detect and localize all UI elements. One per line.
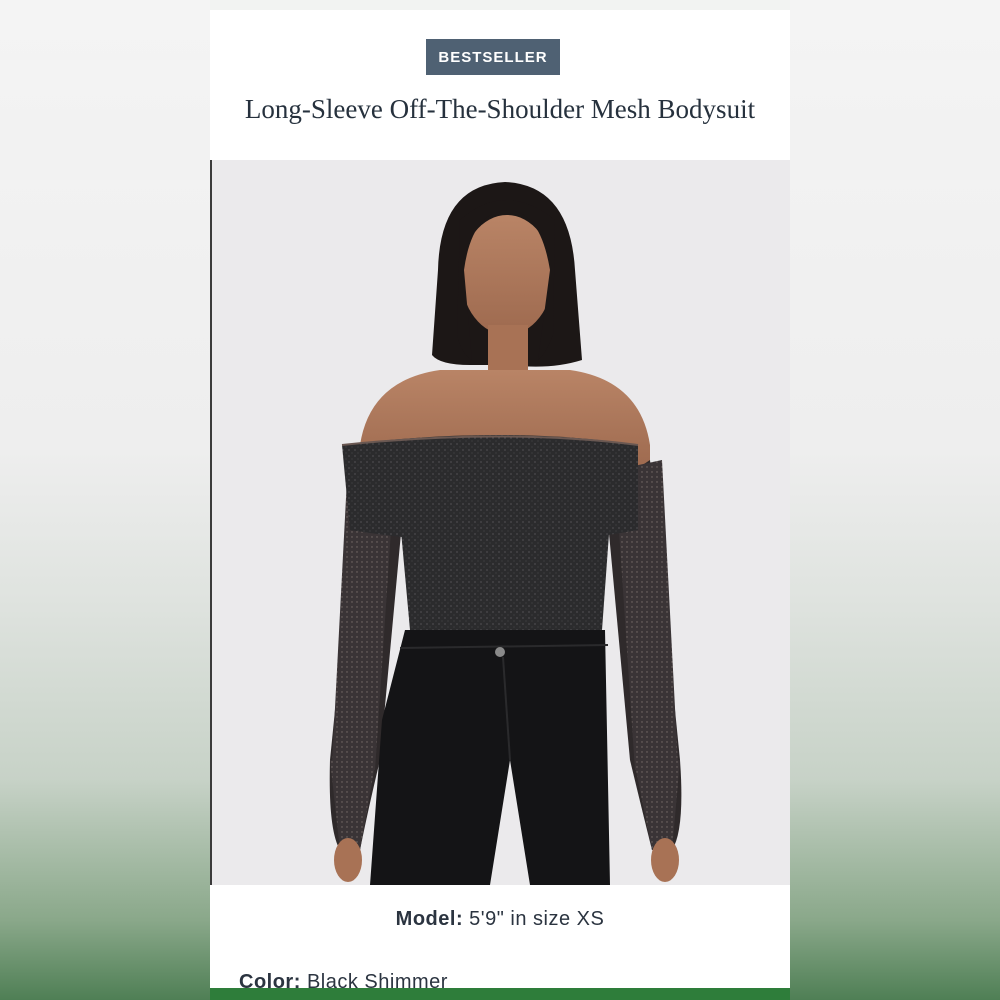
product-title: Long-Sleeve Off-The-Shoulder Mesh Bodysu… <box>244 94 756 124</box>
background-left <box>0 0 210 1000</box>
model-size-info: Model: 5'9" in size XS <box>210 908 790 931</box>
bottom-accent-bar <box>210 988 790 1000</box>
bestseller-badge: BESTSELLER <box>426 39 560 75</box>
model-value: 5'9" in size XS <box>469 908 605 930</box>
model-illustration <box>329 182 682 885</box>
product-photo[interactable] <box>210 160 790 885</box>
model-label: Model: <box>395 908 464 930</box>
product-card: BESTSELLER Long-Sleeve Off-The-Shoulder … <box>210 10 790 1000</box>
background-right <box>790 0 1000 1000</box>
